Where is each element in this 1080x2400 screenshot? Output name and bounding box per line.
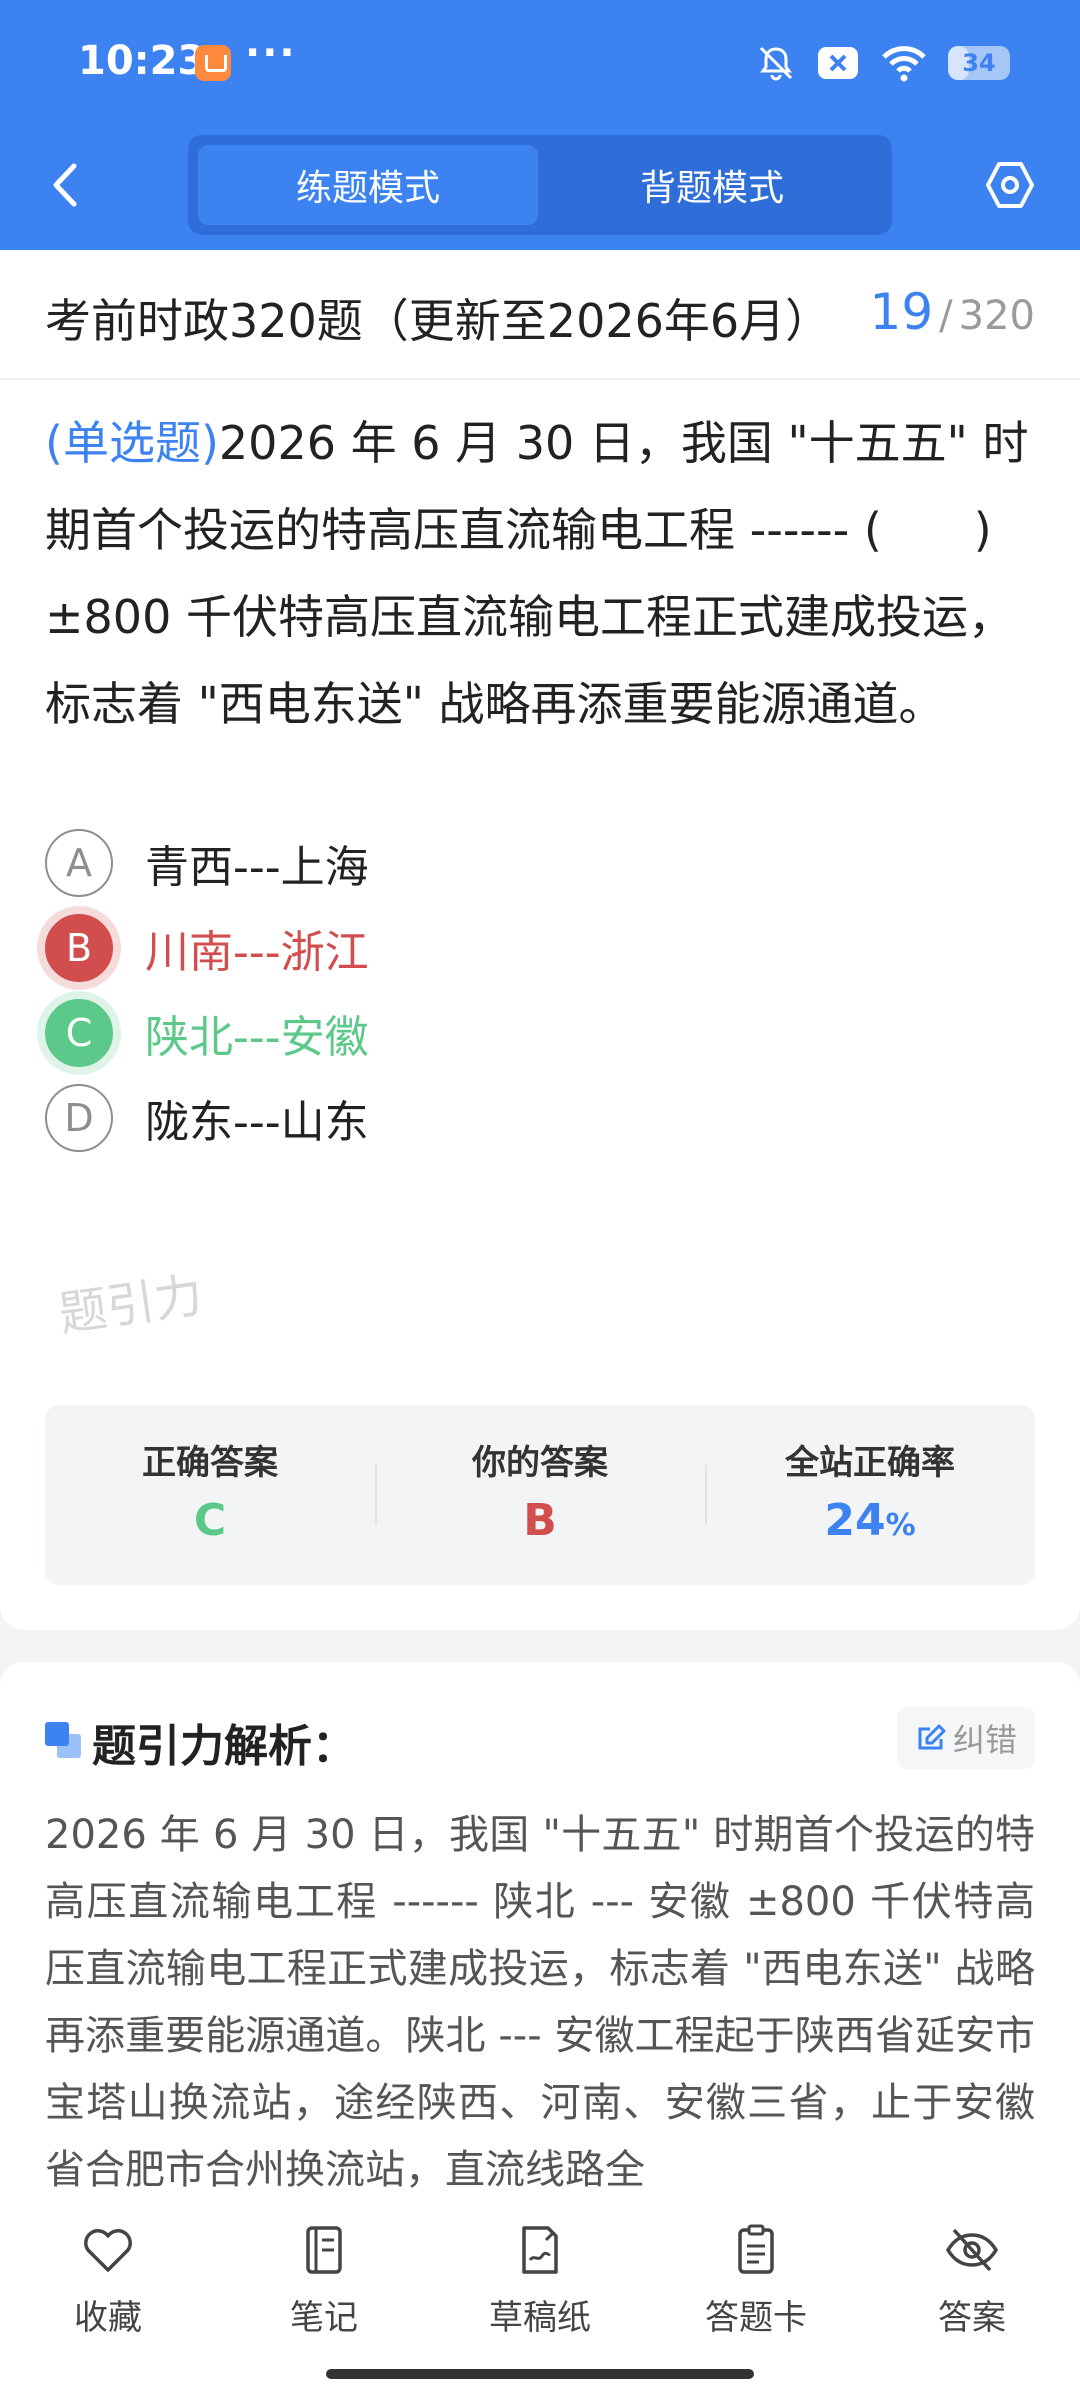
mode-switch: 练题模式 背题模式 xyxy=(188,135,892,235)
option-letter: C xyxy=(45,999,113,1067)
more-notifications-icon: ··· xyxy=(245,30,297,76)
option-text: 陕北---安徽 xyxy=(145,1012,369,1063)
favorite-button[interactable]: 收藏 xyxy=(0,2220,216,2340)
settings-button[interactable] xyxy=(980,155,1040,215)
accuracy-value: 24% xyxy=(705,1495,1035,1546)
status-bar: 10:23 ··· 34 xyxy=(0,0,1080,125)
option-c[interactable]: C 陕北---安徽 xyxy=(45,995,1035,1075)
settings-hexagon-icon xyxy=(986,162,1034,208)
accuracy-number: 24 xyxy=(824,1495,886,1546)
favorite-label: 收藏 xyxy=(74,2298,142,2338)
progress-separator: / xyxy=(939,293,953,339)
your-answer-block: 你的答案 B xyxy=(375,1405,705,1585)
draft-icon xyxy=(522,2226,558,2274)
analysis-text: 2026 年 6 月 30 日，我国 "十五五" 时期首个投运的特高压直流输电工… xyxy=(45,1812,1035,2193)
option-letter: A xyxy=(45,829,113,897)
battery-indicator: 34 xyxy=(948,46,1010,80)
question-card: 考前时政320题（更新至2026年6月） 19/320 (单选题)2026 年 … xyxy=(0,250,1080,1630)
option-d[interactable]: D 陇东---山东 xyxy=(45,1080,1035,1160)
analysis-squares-icon xyxy=(45,1722,81,1758)
your-answer-label: 你的答案 xyxy=(472,1443,608,1483)
tab-practice-mode[interactable]: 练题模式 xyxy=(198,145,538,225)
notes-label: 笔记 xyxy=(290,2298,358,2338)
correct-answer-label: 正确答案 xyxy=(142,1443,278,1483)
battery-level: 34 xyxy=(962,49,996,77)
tab-memorize-mode[interactable]: 背题模式 xyxy=(542,145,882,225)
option-a[interactable]: A 青西---上海 xyxy=(45,825,1035,905)
no-sim-icon xyxy=(818,47,858,79)
option-b[interactable]: B 川南---浙江 xyxy=(45,910,1035,990)
option-letter: B xyxy=(45,914,113,982)
accuracy-block: 全站正确率 24% xyxy=(705,1405,1035,1585)
notes-button[interactable]: 笔记 xyxy=(216,2220,432,2340)
edit-icon xyxy=(918,1724,946,1750)
option-text: 川南---浙江 xyxy=(145,927,369,978)
status-time: 10:23 xyxy=(78,38,206,84)
exam-title-row: 考前时政320题（更新至2026年6月） 19/320 xyxy=(0,250,1080,380)
total-questions: 320 xyxy=(958,293,1035,339)
answer-card-icon xyxy=(738,2224,774,2274)
chevron-left-icon xyxy=(53,163,77,207)
app-notification-icon xyxy=(195,45,231,81)
answer-card-label: 答题卡 xyxy=(705,2298,807,2338)
answer-card-button[interactable]: 答题卡 xyxy=(648,2220,864,2340)
notebook-icon xyxy=(306,2226,342,2274)
exam-title: 考前时政320题（更新至2026年6月） xyxy=(45,294,832,348)
correct-answer-value: C xyxy=(193,1495,227,1546)
show-answer-label: 答案 xyxy=(938,2298,1006,2338)
report-error-button[interactable]: 纠错 xyxy=(897,1707,1035,1769)
question-text: (单选题)2026 年 6 月 30 日，我国 "十五五" 时期首个投运的特高压… xyxy=(45,400,1035,748)
your-answer-value: B xyxy=(523,1495,557,1546)
option-text: 陇东---山东 xyxy=(145,1097,369,1148)
accuracy-label: 全站正确率 xyxy=(785,1443,955,1483)
draft-paper-button[interactable]: 草稿纸 xyxy=(432,2220,648,2340)
home-indicator[interactable] xyxy=(326,2369,754,2379)
eye-off-icon xyxy=(945,2228,999,2272)
heart-icon xyxy=(84,2229,132,2272)
question-progress[interactable]: 19/320 xyxy=(870,283,1035,341)
option-text: 青西---上海 xyxy=(145,842,369,893)
analysis-title: 题引力解析： xyxy=(92,1721,356,1772)
back-button[interactable] xyxy=(40,155,90,215)
report-error-label: 纠错 xyxy=(952,1721,1017,1759)
draft-paper-label: 草稿纸 xyxy=(489,2298,591,2338)
current-question-number: 19 xyxy=(869,283,934,341)
status-icons: 34 xyxy=(756,38,1010,88)
correct-answer-block: 正确答案 C xyxy=(45,1405,375,1585)
mute-bell-icon xyxy=(759,46,793,81)
app-header: 10:23 ··· 34 练题模式 背题模式 xyxy=(0,0,1080,250)
wifi-icon xyxy=(882,46,926,82)
accuracy-unit: % xyxy=(885,1508,916,1543)
show-answer-button[interactable]: 答案 xyxy=(864,2220,1080,2340)
question-type: (单选题) xyxy=(45,416,219,470)
option-letter: D xyxy=(45,1084,113,1152)
answer-summary: 正确答案 C 你的答案 B 全站正确率 24% xyxy=(45,1405,1035,1585)
